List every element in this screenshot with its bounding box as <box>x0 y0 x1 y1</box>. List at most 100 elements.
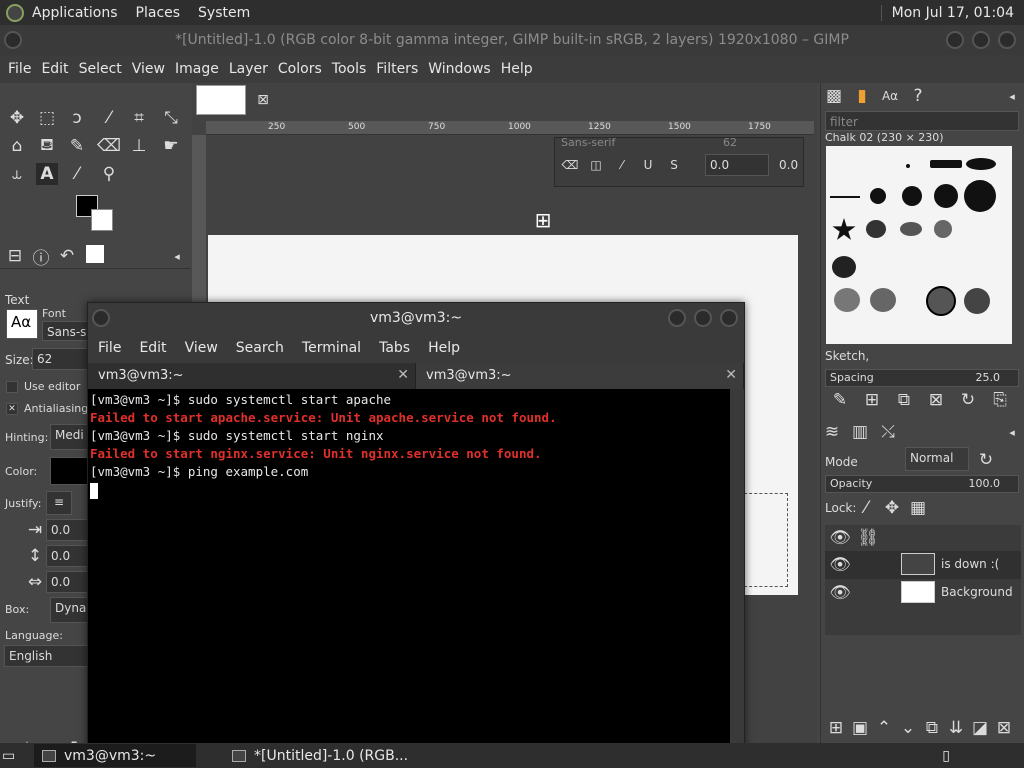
terminal-maximize-button[interactable] <box>694 309 712 327</box>
brush-tag-label[interactable]: Sketch, <box>825 349 869 363</box>
delete-brush-icon[interactable]: ⊠ <box>925 389 947 411</box>
lock-pixels-icon[interactable]: ⁄ <box>855 497 877 519</box>
merge-layer-icon[interactable]: ⇊ <box>945 717 967 739</box>
terminal-menu-edit[interactable]: Edit <box>139 340 166 356</box>
brush-thumbnail[interactable] <box>902 186 922 206</box>
color-picker-tool-icon[interactable]: ⁄ <box>66 163 88 185</box>
font-preview-button[interactable]: Aα <box>6 309 38 339</box>
eraser-tool-icon[interactable]: ⌫ <box>97 135 121 157</box>
menu-edit[interactable]: Edit <box>41 61 68 77</box>
text-tool-icon[interactable]: A <box>36 163 58 185</box>
terminal-menu-view[interactable]: View <box>185 340 218 356</box>
brush-thumbnail[interactable] <box>964 180 996 212</box>
brush-thumbnail[interactable] <box>832 256 856 278</box>
brushes-tab-icon[interactable]: ▩ <box>823 85 845 107</box>
warp-tool-icon[interactable]: ⌂ <box>6 135 28 157</box>
kerning-input[interactable]: 0.0 <box>779 158 798 172</box>
duplicate-brush-icon[interactable]: ⧉ <box>893 389 915 411</box>
layer-visibility-icon[interactable]: 👁 <box>829 554 851 576</box>
menu-view[interactable]: View <box>132 61 165 77</box>
layer-name[interactable]: Background <box>941 585 1013 599</box>
maximize-button[interactable] <box>972 31 990 49</box>
transform-tool-icon[interactable]: ⤡ <box>160 107 182 129</box>
brush-thumbnail[interactable] <box>966 158 996 170</box>
brush-thumbnail[interactable] <box>906 164 910 168</box>
layer-row[interactable]: 👁 Background <box>825 579 1021 607</box>
brush-thumbnail[interactable] <box>934 220 952 238</box>
brush-thumbnail[interactable] <box>870 188 886 204</box>
terminal-minimize-button[interactable] <box>668 309 686 327</box>
layers-tab-icon[interactable]: ≋ <box>821 421 843 443</box>
terminal-menu-tabs[interactable]: Tabs <box>379 340 410 356</box>
lock-alpha-icon[interactable]: ▦ <box>907 497 929 519</box>
raise-layer-icon[interactable]: ⌃ <box>873 717 895 739</box>
brush-thumbnail[interactable] <box>900 222 922 236</box>
spacing-slider[interactable]: Spacing 25.0 <box>825 369 1019 387</box>
image-thumbnail-tab[interactable] <box>196 85 246 115</box>
letter-spacing-input[interactable]: 0.0 <box>46 571 90 593</box>
menu-tools[interactable]: Tools <box>332 61 367 77</box>
clock[interactable]: Mon Jul 17, 01:04 <box>880 4 1014 21</box>
show-desktop-icon[interactable]: ▭ <box>2 744 26 767</box>
terminal-tab[interactable]: vm3@vm3:~ ✕ <box>416 363 744 389</box>
brush-thumbnail[interactable] <box>866 220 886 238</box>
menu-help[interactable]: Help <box>501 61 533 77</box>
brush-grid[interactable] <box>826 146 1012 344</box>
fuzzy-select-tool-icon[interactable]: ⁄ <box>98 107 120 129</box>
taskbar-terminal-button[interactable]: vm3@vm3:~ <box>34 744 196 767</box>
paths-tool-icon[interactable]: ⥿ <box>6 163 28 185</box>
menu-file[interactable]: File <box>8 61 31 77</box>
background-color-swatch[interactable] <box>91 209 113 231</box>
channels-tab-icon[interactable]: ▥ <box>849 421 871 443</box>
open-brush-icon[interactable]: ⎘ <box>989 389 1011 411</box>
close-button[interactable] <box>998 31 1016 49</box>
mode-select[interactable]: Normal <box>905 447 969 471</box>
delete-layer-icon[interactable]: ⊠ <box>993 717 1015 739</box>
move-tool-icon[interactable]: ✥ <box>6 107 28 129</box>
text-color-button[interactable] <box>50 457 90 485</box>
help-tab-icon[interactable]: ? <box>907 85 929 107</box>
menu-select[interactable]: Select <box>79 61 122 77</box>
terminal-tab[interactable]: vm3@vm3:~ ✕ <box>88 363 416 389</box>
layer-visibility-icon[interactable]: 👁 <box>829 582 851 604</box>
tool-options-tab-icon[interactable]: ⊟ <box>4 245 26 267</box>
dock-configure-icon[interactable]: ◂ <box>1001 85 1023 107</box>
bold-icon[interactable]: ◫ <box>585 154 607 176</box>
brush-thumbnail[interactable] <box>832 218 856 240</box>
lock-position-icon[interactable]: ✥ <box>881 497 903 519</box>
use-editor-checkbox[interactable] <box>6 381 18 393</box>
smudge-tool-icon[interactable]: ☛ <box>160 135 182 157</box>
close-tab-icon[interactable]: ✕ <box>725 367 737 383</box>
layer-name[interactable]: is down :( <box>941 557 999 571</box>
workspace-switcher-icon[interactable]: ▯ <box>934 744 958 767</box>
undo-history-tab-icon[interactable]: ↶ <box>56 245 78 267</box>
menu-layer[interactable]: Layer <box>229 61 268 77</box>
crop-tool-icon[interactable]: ⌗ <box>128 107 150 129</box>
rect-select-tool-icon[interactable]: ⬚ <box>36 107 58 129</box>
opacity-slider[interactable]: Opacity 100.0 <box>825 475 1019 493</box>
italic-icon[interactable]: ⁄ <box>611 154 633 176</box>
device-status-tab-icon[interactable]: ⓘ <box>30 245 52 269</box>
terminal-output[interactable]: [vm3@vm3 ~]$ sudo systemctl start apache… <box>88 389 730 751</box>
text-toolbox-font[interactable]: Sans-serif <box>561 136 615 149</box>
terminal-menu-file[interactable]: File <box>98 340 121 356</box>
line-spacing-input[interactable]: 0.0 <box>46 545 90 567</box>
terminal-scrollbar[interactable] <box>730 389 744 751</box>
indent-input[interactable]: 0.0 <box>46 519 90 541</box>
terminal-window-menu-icon[interactable] <box>92 309 110 327</box>
brush-thumbnail[interactable] <box>964 288 990 314</box>
terminal-menu-search[interactable]: Search <box>236 340 284 356</box>
text-toolbox-size[interactable]: 62 <box>723 136 737 149</box>
brush-thumbnail[interactable] <box>930 160 962 168</box>
applications-menu[interactable]: Applications <box>32 5 118 21</box>
brush-thumbnail[interactable] <box>870 288 896 312</box>
places-menu[interactable]: Places <box>136 5 181 21</box>
taskbar-gimp-button[interactable]: *[Untitled]-1.0 (RGB... <box>224 744 416 767</box>
menu-filters[interactable]: Filters <box>376 61 418 77</box>
zoom-tool-icon[interactable]: ⚲ <box>98 163 120 185</box>
layer-mask-icon[interactable]: ◪ <box>969 717 991 739</box>
menu-image[interactable]: Image <box>175 61 219 77</box>
terminal-close-button[interactable] <box>720 309 738 327</box>
language-input[interactable]: English <box>4 645 88 667</box>
lower-layer-icon[interactable]: ⌄ <box>897 717 919 739</box>
